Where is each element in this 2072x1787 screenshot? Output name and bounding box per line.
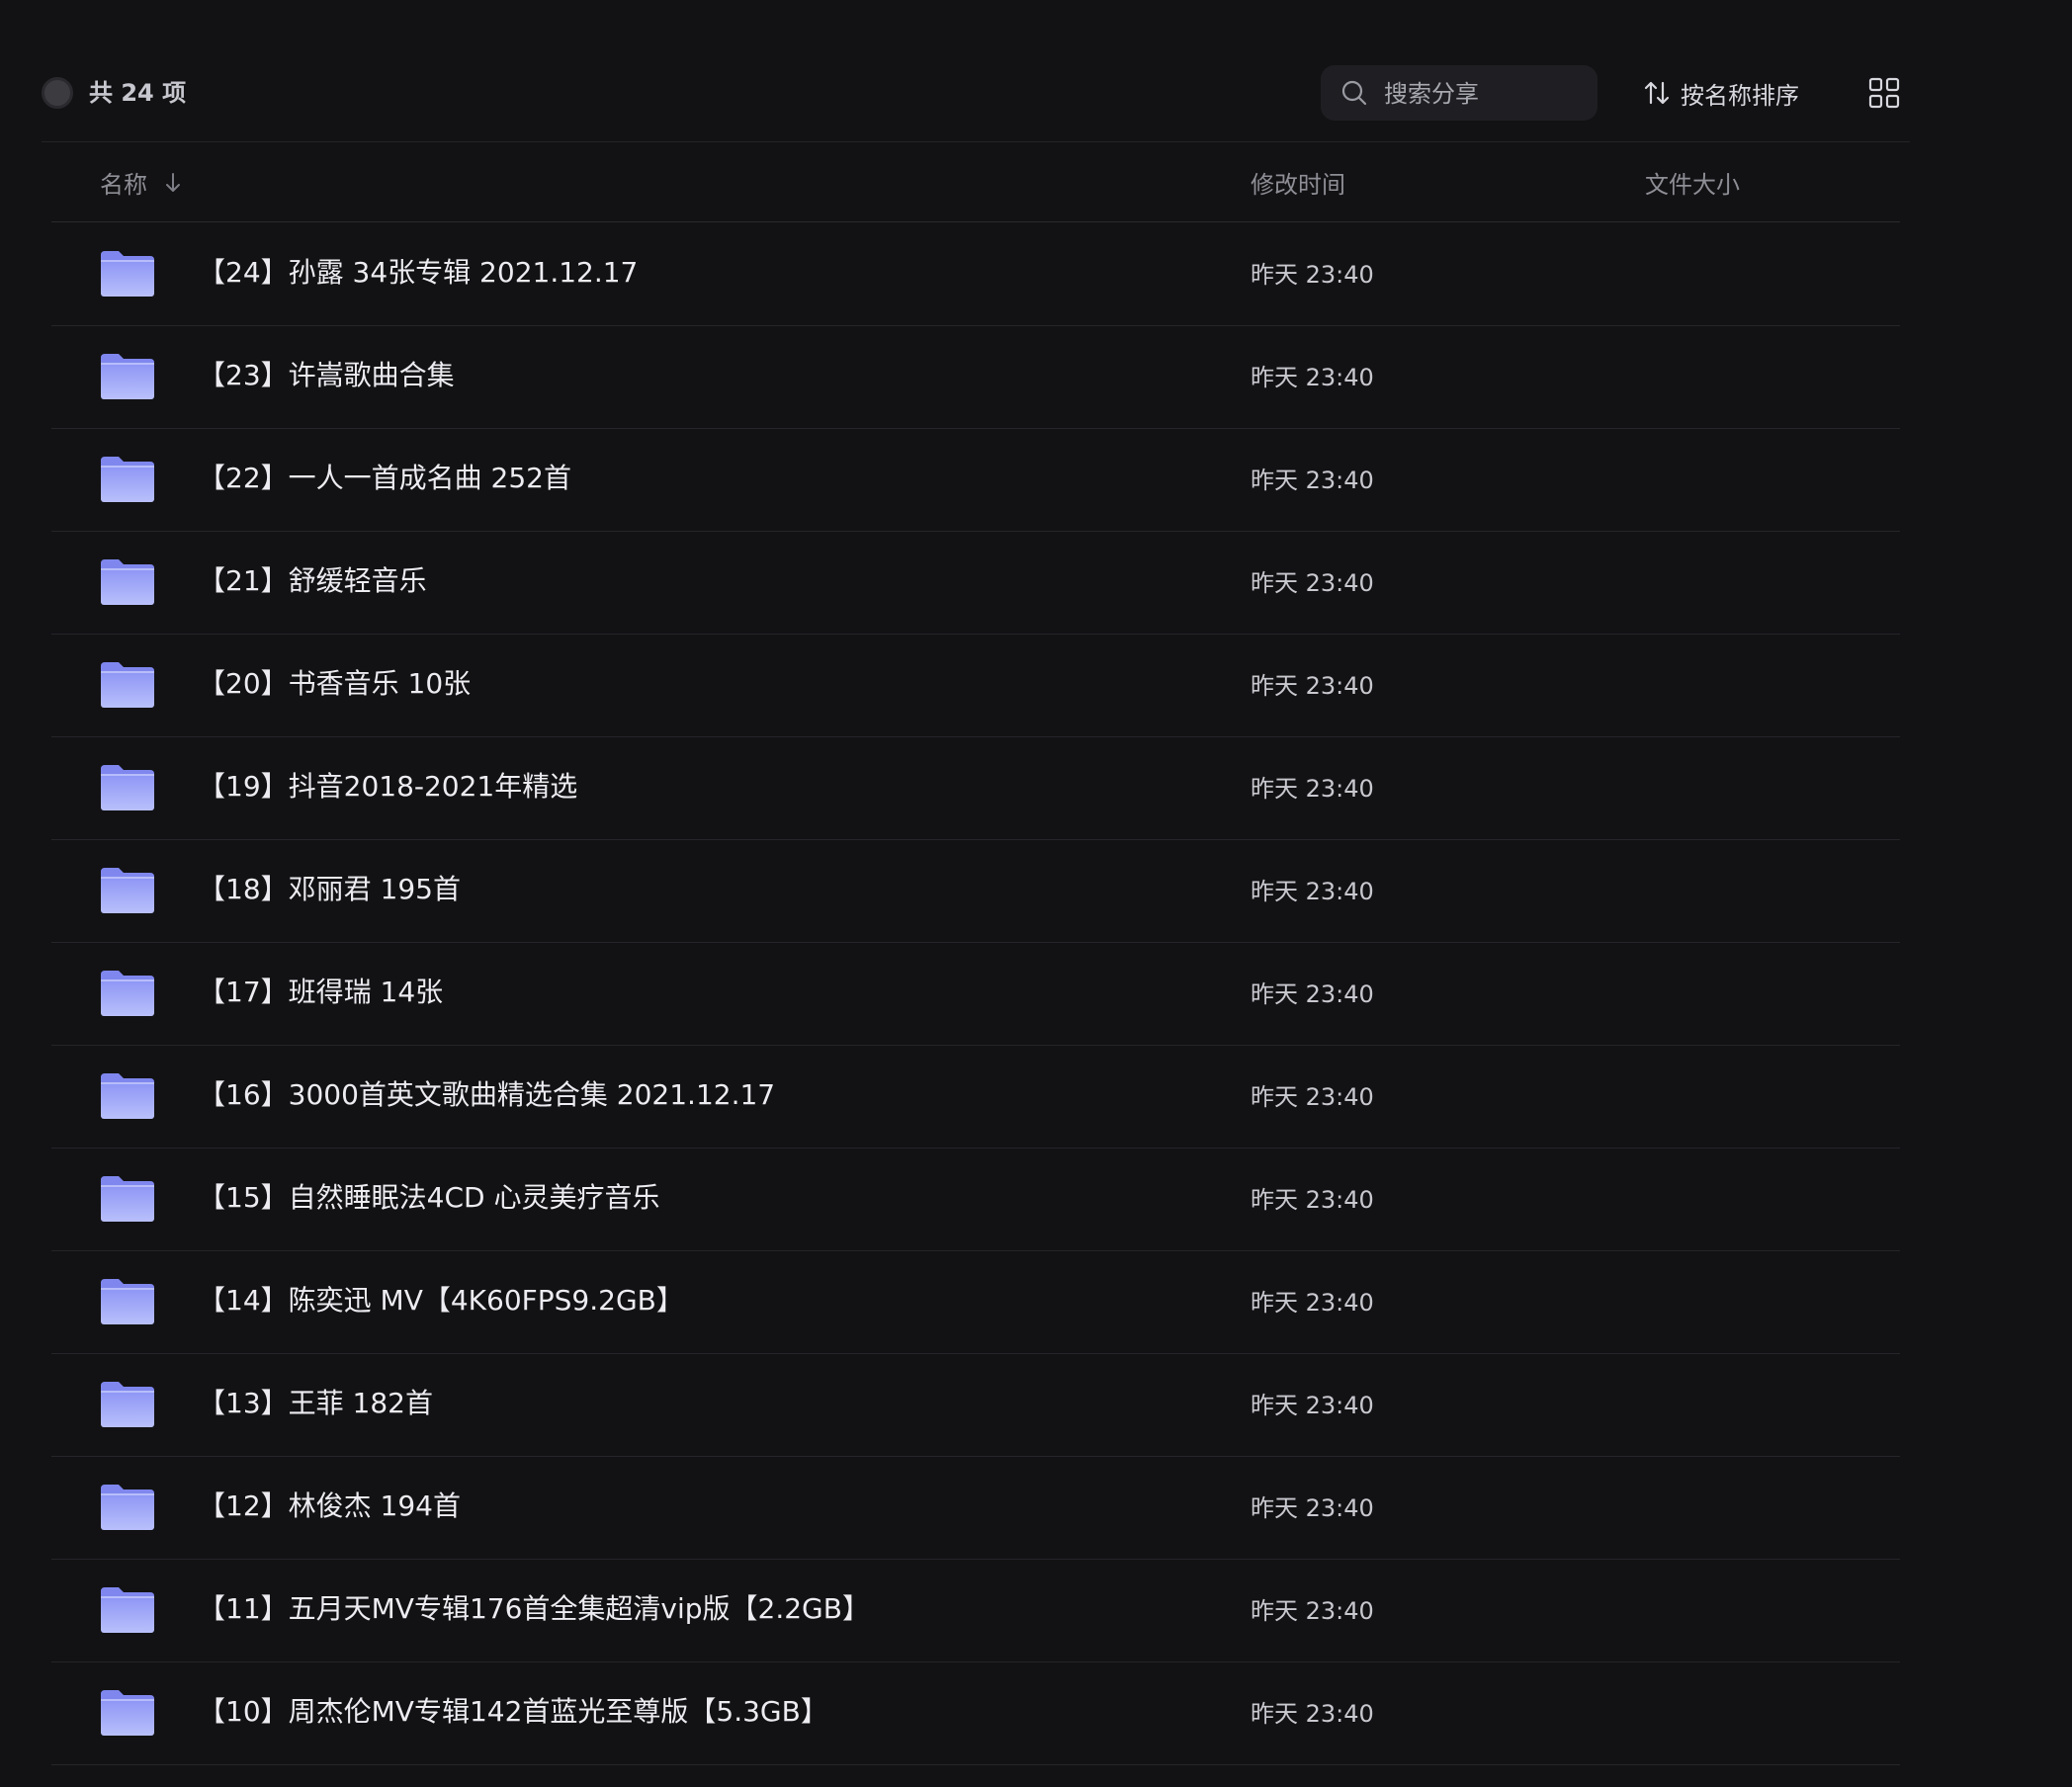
folder-icon bbox=[101, 1176, 154, 1222]
sort-by-name-button[interactable]: 按名称排序 bbox=[1643, 67, 1799, 119]
folder-icon bbox=[101, 354, 154, 399]
file-modified-time: 昨天 23:40 bbox=[1251, 467, 1374, 494]
folder-icon bbox=[101, 662, 154, 708]
file-modified-time: 昨天 23:40 bbox=[1251, 672, 1374, 700]
file-modified-time: 昨天 23:40 bbox=[1251, 878, 1374, 905]
file-modified-time: 昨天 23:40 bbox=[1251, 1289, 1374, 1317]
folder-icon bbox=[101, 868, 154, 913]
file-name[interactable]: 【11】五月天MV专辑176首全集超清vip版【2.2GB】 bbox=[198, 1589, 870, 1629]
file-name[interactable]: 【18】邓丽君 195首 bbox=[198, 870, 461, 909]
file-modified-time: 昨天 23:40 bbox=[1251, 1392, 1374, 1419]
sort-arrows-icon bbox=[1644, 81, 1670, 105]
file-name[interactable]: 【19】抖音2018-2021年精选 bbox=[198, 767, 577, 807]
table-row[interactable]: 【22】一人一首成名曲 252首 昨天 23:40 bbox=[51, 429, 1900, 532]
file-name[interactable]: 【21】舒缓轻音乐 bbox=[198, 561, 427, 601]
table-row[interactable]: 【19】抖音2018-2021年精选 昨天 23:40 bbox=[51, 737, 1900, 840]
file-name[interactable]: 【15】自然睡眠法4CD 心灵美疗音乐 bbox=[198, 1178, 659, 1218]
column-header-size[interactable]: 文件大小 bbox=[1645, 165, 1740, 200]
table-row[interactable]: 【14】陈奕迅 MV【4K60FPS9.2GB】 昨天 23:40 bbox=[51, 1251, 1900, 1354]
file-modified-time: 昨天 23:40 bbox=[1251, 1186, 1374, 1214]
file-list: 【24】孙露 34张专辑 2021.12.17 昨天 23:40 【23】许嵩歌曲合… bbox=[51, 223, 1900, 1765]
file-modified-time: 昨天 23:40 bbox=[1251, 569, 1374, 597]
table-row[interactable]: 【23】许嵩歌曲合集 昨天 23:40 bbox=[51, 326, 1900, 429]
table-row[interactable]: 【20】书香音乐 10张 昨天 23:40 bbox=[51, 635, 1900, 737]
folder-icon bbox=[101, 1073, 154, 1119]
file-modified-time: 昨天 23:40 bbox=[1251, 364, 1374, 391]
file-name[interactable]: 【22】一人一首成名曲 252首 bbox=[198, 459, 571, 498]
item-count-label: 共 24 项 bbox=[89, 79, 187, 107]
table-row[interactable]: 【17】班得瑞 14张 昨天 23:40 bbox=[51, 943, 1900, 1046]
grid-view-icon[interactable] bbox=[1864, 73, 1904, 113]
table-row[interactable]: 【13】王菲 182首 昨天 23:40 bbox=[51, 1354, 1900, 1457]
file-name[interactable]: 【23】许嵩歌曲合集 bbox=[198, 356, 455, 395]
folder-icon bbox=[101, 1279, 154, 1324]
file-modified-time: 昨天 23:40 bbox=[1251, 775, 1374, 803]
list-toolbar: 共 24 项 按名称排序 bbox=[42, 59, 1910, 127]
file-modified-time: 昨天 23:40 bbox=[1251, 980, 1374, 1008]
table-row[interactable]: 【12】林俊杰 194首 昨天 23:40 bbox=[51, 1457, 1900, 1560]
column-header-name[interactable]: 名称 bbox=[100, 165, 183, 200]
table-row[interactable]: 【11】五月天MV专辑176首全集超清vip版【2.2GB】 昨天 23:40 bbox=[51, 1560, 1900, 1662]
share-file-list-page: 共 24 项 按名称排序 名称 bbox=[0, 0, 2072, 1787]
file-modified-time: 昨天 23:40 bbox=[1251, 1597, 1374, 1625]
folder-icon bbox=[101, 1382, 154, 1427]
search-box[interactable] bbox=[1321, 65, 1597, 121]
file-name[interactable]: 【16】3000首英文歌曲精选合集 2021.12.17 bbox=[198, 1075, 775, 1115]
folder-icon bbox=[101, 1587, 154, 1633]
file-name[interactable]: 【20】书香音乐 10张 bbox=[198, 664, 471, 704]
search-input[interactable] bbox=[1382, 73, 1584, 115]
column-header-name-label: 名称 bbox=[100, 171, 147, 199]
folder-icon bbox=[101, 765, 154, 810]
file-modified-time: 昨天 23:40 bbox=[1251, 1700, 1374, 1728]
file-name[interactable]: 【10】周杰伦MV专辑142首蓝光至尊版【5.3GB】 bbox=[198, 1692, 828, 1732]
file-name[interactable]: 【24】孙露 34张专辑 2021.12.17 bbox=[198, 253, 638, 293]
file-name[interactable]: 【17】班得瑞 14张 bbox=[198, 973, 443, 1012]
folder-icon bbox=[101, 971, 154, 1016]
file-name[interactable]: 【13】王菲 182首 bbox=[198, 1384, 433, 1423]
file-name[interactable]: 【14】陈奕迅 MV【4K60FPS9.2GB】 bbox=[198, 1281, 684, 1320]
table-row[interactable]: 【24】孙露 34张专辑 2021.12.17 昨天 23:40 bbox=[51, 223, 1900, 326]
select-all-checkbox[interactable] bbox=[42, 77, 73, 109]
file-name[interactable]: 【12】林俊杰 194首 bbox=[198, 1487, 461, 1526]
arrow-down-icon bbox=[166, 172, 180, 192]
table-row[interactable]: 【21】舒缓轻音乐 昨天 23:40 bbox=[51, 532, 1900, 635]
column-header-modified[interactable]: 修改时间 bbox=[1251, 165, 1345, 200]
table-row[interactable]: 【18】邓丽君 195首 昨天 23:40 bbox=[51, 840, 1900, 943]
folder-icon bbox=[101, 251, 154, 297]
table-header: 名称 修改时间 文件大小 bbox=[51, 143, 1900, 222]
folder-icon bbox=[101, 1690, 154, 1736]
file-modified-time: 昨天 23:40 bbox=[1251, 1494, 1374, 1522]
toolbar-divider bbox=[42, 141, 1910, 142]
file-modified-time: 昨天 23:40 bbox=[1251, 261, 1374, 289]
file-modified-time: 昨天 23:40 bbox=[1251, 1083, 1374, 1111]
folder-icon bbox=[101, 1485, 154, 1530]
folder-icon bbox=[101, 559, 154, 605]
table-row[interactable]: 【15】自然睡眠法4CD 心灵美疗音乐 昨天 23:40 bbox=[51, 1149, 1900, 1251]
sort-label: 按名称排序 bbox=[1681, 81, 1799, 110]
table-row[interactable]: 【10】周杰伦MV专辑142首蓝光至尊版【5.3GB】 昨天 23:40 bbox=[51, 1662, 1900, 1765]
folder-icon bbox=[101, 457, 154, 502]
search-icon bbox=[1341, 80, 1367, 106]
table-row[interactable]: 【16】3000首英文歌曲精选合集 2021.12.17 昨天 23:40 bbox=[51, 1046, 1900, 1149]
